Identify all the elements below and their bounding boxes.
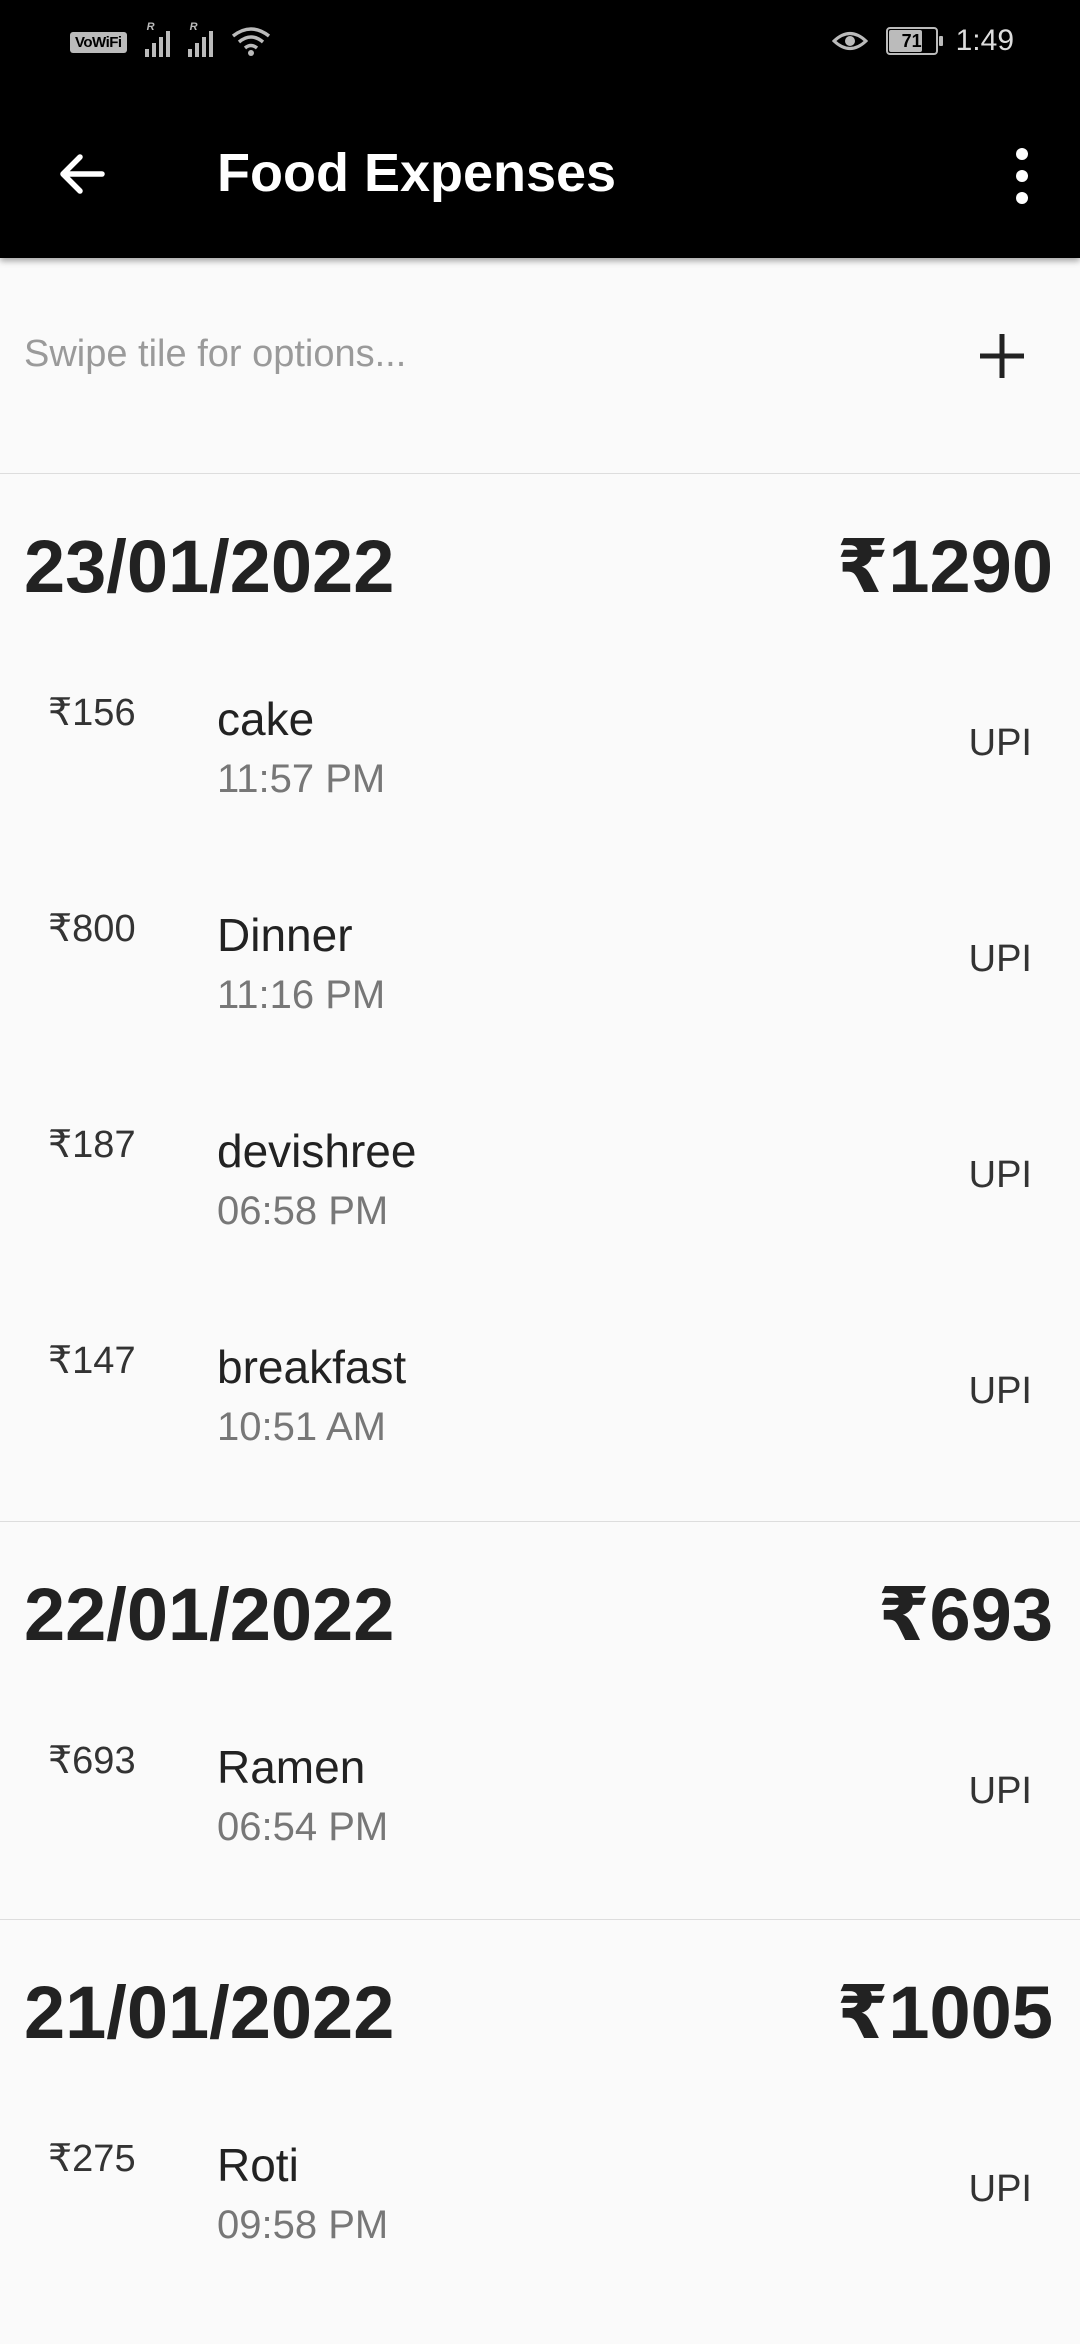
vowifi-badge: VoWiFi xyxy=(70,31,127,53)
expense-amount: ₹693 xyxy=(48,1740,136,1782)
date-group: 23/01/2022 ₹1290 ₹156 cake 11:57 PM UPI … xyxy=(0,474,1080,1522)
wifi-icon xyxy=(231,27,270,56)
payment-mode: UPI xyxy=(968,938,1032,980)
expense-name: Ramen xyxy=(217,1741,366,1793)
expense-name: Dinner xyxy=(217,909,353,961)
expense-time: 10:51 AM xyxy=(217,1405,387,1449)
group-date: 23/01/2022 xyxy=(24,525,395,608)
expense-amount: ₹156 xyxy=(48,692,136,734)
expense-item[interactable]: ₹156 cake 11:57 PM UPI xyxy=(0,682,1080,898)
expense-item[interactable]: ₹147 breakfast 10:51 AM UPI xyxy=(0,1330,1080,1546)
payment-mode: UPI xyxy=(968,722,1032,764)
payment-mode: UPI xyxy=(968,2168,1032,2210)
status-icons-right: 71 1:49 xyxy=(831,24,1014,58)
app-bar: Food Expenses xyxy=(0,90,1080,258)
payment-mode: UPI xyxy=(968,1770,1032,1812)
payment-mode: UPI xyxy=(968,1370,1032,1412)
expense-item[interactable]: ₹800 Dinner 11:16 PM UPI xyxy=(0,898,1080,1114)
expense-amount: ₹800 xyxy=(48,908,136,950)
expense-time: 06:54 PM xyxy=(217,1805,389,1849)
expense-item[interactable]: ₹275 Roti 09:58 PM UPI xyxy=(0,2128,1080,2344)
group-date: 21/01/2022 xyxy=(24,1971,395,2054)
date-group: 22/01/2022 ₹693 ₹693 Ramen 06:54 PM UPI xyxy=(0,1522,1080,1920)
expense-time: 11:57 PM xyxy=(217,757,386,801)
expense-name: Roti xyxy=(217,2139,299,2191)
eye-comfort-icon xyxy=(831,32,868,50)
expense-item[interactable]: ₹693 Ramen 06:54 PM UPI xyxy=(0,1730,1080,1946)
battery-icon: 71 xyxy=(885,27,943,55)
back-arrow-icon[interactable] xyxy=(52,144,112,204)
expense-name: breakfast xyxy=(217,1341,407,1393)
page-title: Food Expenses xyxy=(217,143,617,203)
expense-amount: ₹275 xyxy=(48,2138,136,2180)
expense-time: 11:16 PM xyxy=(217,973,386,1017)
hint-row: Swipe tile for options... xyxy=(0,258,1080,474)
status-bar: VoWiFi R R 71 1:49 xyxy=(0,0,1080,90)
expense-time: 06:58 PM xyxy=(217,1189,389,1233)
status-time: 1:49 xyxy=(955,24,1014,57)
signal-icon-2: R xyxy=(187,21,213,57)
expense-name: devishree xyxy=(217,1125,417,1177)
group-total: ₹1005 xyxy=(836,1971,1053,2054)
payment-mode: UPI xyxy=(968,1154,1032,1196)
expense-time: 09:58 PM xyxy=(217,2203,389,2247)
expense-amount: ₹187 xyxy=(48,1124,136,1166)
expense-amount: ₹147 xyxy=(48,1340,136,1382)
group-total: ₹693 xyxy=(878,1573,1053,1656)
status-icons-left: VoWiFi R R xyxy=(70,21,271,58)
more-options-icon[interactable] xyxy=(1012,148,1032,204)
expense-item[interactable]: ₹187 devishree 06:58 PM UPI xyxy=(0,1114,1080,1330)
date-group: 21/01/2022 ₹1005 ₹275 Roti 09:58 PM UPI xyxy=(0,1920,1080,2340)
add-expense-icon[interactable] xyxy=(972,326,1032,386)
group-date: 22/01/2022 xyxy=(24,1573,395,1656)
swipe-hint: Swipe tile for options... xyxy=(24,333,407,375)
expense-name: cake xyxy=(217,693,315,745)
group-total: ₹1290 xyxy=(836,525,1053,608)
signal-icon: R xyxy=(144,21,170,57)
